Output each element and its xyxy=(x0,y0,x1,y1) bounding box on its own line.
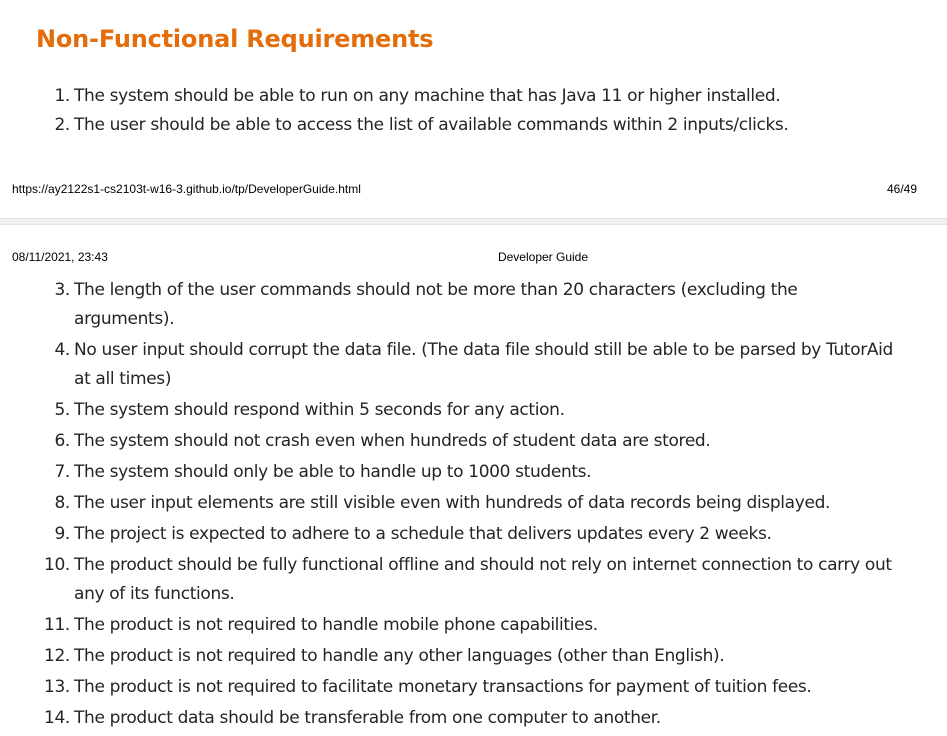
section-title: Non-Functional Requirements xyxy=(36,25,434,53)
list-item-number: 14. xyxy=(44,708,70,728)
list-item-text: The product should be fully functional o… xyxy=(74,555,892,604)
list-item-number: 5. xyxy=(54,400,70,420)
list-item-number: 12. xyxy=(44,646,70,666)
list-item: 11. The product is not required to handl… xyxy=(0,611,900,640)
list-item-number: 2. xyxy=(54,115,70,135)
print-footer-url: https://ay2122s1-cs2103t-w16-3.github.io… xyxy=(12,182,361,196)
list-item: 3. The length of the user commands shoul… xyxy=(0,276,900,334)
list-item: 4. No user input should corrupt the data… xyxy=(0,336,900,394)
list-item: 9. The project is expected to adhere to … xyxy=(0,520,900,549)
list-item-text: No user input should corrupt the data fi… xyxy=(74,340,893,389)
list-item-text: The user should be able to access the li… xyxy=(74,115,789,135)
list-item-text: The user input elements are still visibl… xyxy=(74,493,831,513)
list-item-number: 6. xyxy=(54,431,70,451)
list-item: 10. The product should be fully function… xyxy=(0,551,900,609)
list-item-text: The length of the user commands should n… xyxy=(74,280,798,329)
page-separator xyxy=(0,218,947,225)
print-header-title: Developer Guide xyxy=(497,250,589,264)
list-item-number: 3. xyxy=(54,280,70,300)
list-item-text: The project is expected to adhere to a s… xyxy=(74,524,772,544)
list-item-number: 13. xyxy=(44,677,70,697)
list-item-number: 7. xyxy=(54,462,70,482)
list-item-text: The product data should be transferable … xyxy=(74,708,661,728)
list-item: 5. The system should respond within 5 se… xyxy=(0,396,900,425)
list-item-text: The product is not required to handle mo… xyxy=(74,615,598,635)
print-footer-page-number: 46/49 xyxy=(886,182,917,196)
list-item: 2. The user should be able to access the… xyxy=(0,111,900,140)
list-item: 13. The product is not required to facil… xyxy=(0,673,900,702)
list-item-text: The system should only be able to handle… xyxy=(74,462,592,482)
list-item: 12. The product is not required to handl… xyxy=(0,642,900,671)
list-item-text: The product is not required to facilitat… xyxy=(74,677,812,697)
list-item-number: 10. xyxy=(44,555,70,575)
list-item: 8. The user input elements are still vis… xyxy=(0,489,900,518)
requirements-list-part-2: 3. The length of the user commands shoul… xyxy=(0,276,900,735)
list-item: 6. The system should not crash even when… xyxy=(0,427,900,456)
list-item-number: 8. xyxy=(54,493,70,513)
list-item-text: The product is not required to handle an… xyxy=(74,646,725,666)
list-item-text: The system should be able to run on any … xyxy=(74,86,781,106)
requirements-list-part-1: 1. The system should be able to run on a… xyxy=(0,82,900,140)
list-item-number: 1. xyxy=(54,86,70,106)
list-item-text: The system should respond within 5 secon… xyxy=(74,400,565,420)
list-item: 1. The system should be able to run on a… xyxy=(0,82,900,111)
list-item-number: 11. xyxy=(44,615,70,635)
list-item: 14. The product data should be transfera… xyxy=(0,704,900,733)
list-item: 7. The system should only be able to han… xyxy=(0,458,900,487)
list-item-number: 9. xyxy=(54,524,70,544)
list-item-text: The system should not crash even when hu… xyxy=(74,431,711,451)
list-item-number: 4. xyxy=(54,340,70,360)
